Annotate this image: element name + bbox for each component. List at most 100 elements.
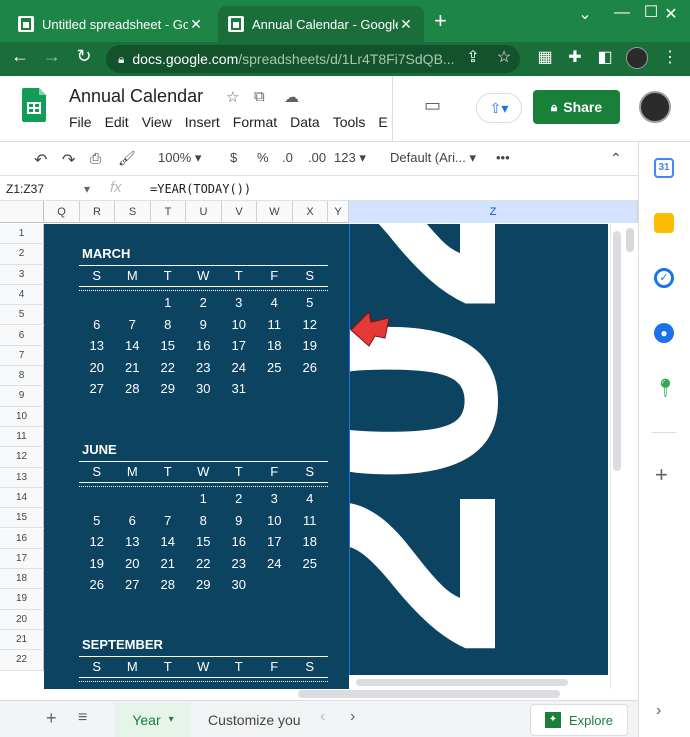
calendar-day[interactable]: 15 bbox=[186, 534, 222, 549]
calendar-day[interactable]: 29 bbox=[186, 577, 222, 592]
calendar-day[interactable]: 27 bbox=[115, 577, 151, 592]
browser-tab-untitled[interactable]: Untitled spreadsheet - Goog ✕ bbox=[8, 6, 214, 42]
calendar-day[interactable]: 23 bbox=[186, 360, 222, 375]
extension-icon[interactable]: ▦ bbox=[533, 47, 557, 67]
calendar-day[interactable]: 9 bbox=[221, 513, 257, 528]
menu-tools[interactable]: Tools bbox=[333, 114, 366, 130]
calendar-day[interactable]: 2 bbox=[221, 491, 257, 506]
name-box[interactable]: Z1:Z37 ▾ bbox=[6, 182, 90, 196]
calendar-day[interactable]: 9 bbox=[186, 317, 222, 332]
reload-icon[interactable]: ↻ bbox=[72, 46, 96, 67]
row-header[interactable]: 7 bbox=[0, 345, 44, 367]
paint-format-icon[interactable]: 🖌︎ bbox=[118, 150, 136, 167]
row-header[interactable]: 1 bbox=[0, 224, 44, 245]
calendar-day[interactable]: 1 bbox=[186, 491, 222, 506]
row-header[interactable]: 5 bbox=[0, 305, 44, 326]
calendar-day[interactable]: 6 bbox=[115, 513, 151, 528]
column-header-selected[interactable]: Z bbox=[349, 201, 638, 223]
calendar-day[interactable]: 5 bbox=[79, 513, 115, 528]
calendar-day[interactable]: 8 bbox=[186, 513, 222, 528]
calendar-day[interactable]: 30 bbox=[221, 577, 257, 592]
row-header[interactable]: 14 bbox=[0, 487, 44, 509]
select-all-corner[interactable] bbox=[0, 201, 44, 223]
calendar-day[interactable]: 25 bbox=[257, 360, 293, 375]
year-cell[interactable]: 2022 bbox=[349, 224, 608, 689]
calendar-day[interactable]: 4 bbox=[257, 295, 293, 310]
menu-file[interactable]: File bbox=[69, 114, 92, 130]
all-sheets-icon[interactable]: ≡ bbox=[78, 709, 87, 727]
forward-arrow-icon[interactable]: → bbox=[40, 46, 64, 67]
chevron-down-icon[interactable]: ⌄ bbox=[570, 4, 600, 24]
calendar-day[interactable]: 15 bbox=[150, 338, 186, 353]
present-button[interactable]: ⇧▾ bbox=[476, 93, 522, 123]
calendar-day[interactable]: 29 bbox=[150, 381, 186, 396]
minimize-icon[interactable]: — bbox=[607, 4, 637, 22]
column-header[interactable]: W bbox=[257, 201, 293, 223]
cell-scrollbar-thumb[interactable] bbox=[613, 231, 621, 471]
row-header[interactable]: 21 bbox=[0, 630, 44, 651]
undo-icon[interactable]: ↶ bbox=[34, 150, 47, 170]
sheet-tab-customize[interactable]: Customize you bbox=[200, 702, 308, 737]
maps-icon[interactable]: 📍︎ bbox=[654, 378, 677, 398]
explore-button[interactable]: ✦ Explore bbox=[530, 704, 628, 736]
calendar-day[interactable]: 23 bbox=[221, 556, 257, 571]
comment-history-icon[interactable]: ▭ bbox=[424, 95, 441, 116]
scroll-left-icon[interactable]: ‹ bbox=[320, 708, 325, 726]
zoom-select[interactable]: 100% ▾ bbox=[158, 150, 201, 166]
calendar-day[interactable]: 5 bbox=[292, 295, 328, 310]
calendar-day[interactable]: 17 bbox=[257, 534, 293, 549]
row-header[interactable]: 9 bbox=[0, 386, 44, 407]
share-page-icon[interactable]: ⇪ bbox=[461, 47, 485, 67]
url-input[interactable]: 🔒︎ docs.google.com/spreadsheets/d/1Lr4T8… bbox=[106, 45, 520, 73]
calendar-day[interactable]: 3 bbox=[257, 491, 293, 506]
calendar-day[interactable]: 24 bbox=[257, 556, 293, 571]
calendar-day[interactable]: 25 bbox=[292, 556, 328, 571]
sidebar-icon[interactable]: ◧ bbox=[593, 47, 617, 67]
more-tools-icon[interactable]: ••• bbox=[496, 150, 510, 165]
calendar-day[interactable]: 13 bbox=[115, 534, 151, 549]
calendar-day[interactable]: 17 bbox=[221, 338, 257, 353]
share-button[interactable]: 🔒︎ Share bbox=[533, 90, 620, 124]
keep-icon[interactable] bbox=[654, 213, 674, 233]
calendar-day[interactable]: 8 bbox=[150, 317, 186, 332]
calendar-day[interactable]: 3 bbox=[221, 295, 257, 310]
column-header[interactable]: T bbox=[151, 201, 186, 223]
row-header[interactable]: 16 bbox=[0, 528, 44, 549]
tasks-icon[interactable]: ✓ bbox=[654, 268, 674, 288]
row-header[interactable]: 22 bbox=[0, 650, 44, 671]
row-header[interactable]: 12 bbox=[0, 447, 44, 468]
row-header[interactable]: 17 bbox=[0, 548, 44, 570]
row-header[interactable]: 10 bbox=[0, 406, 44, 427]
calendar-day[interactable]: 26 bbox=[292, 360, 328, 375]
puzzle-icon[interactable]: ✚ bbox=[563, 47, 587, 67]
menu-extensions[interactable]: E bbox=[378, 114, 387, 130]
sheet-tab-year[interactable]: Year ▾ bbox=[115, 702, 191, 737]
calendar-day[interactable]: 12 bbox=[79, 534, 115, 549]
horizontal-scrollbar-thumb[interactable] bbox=[356, 679, 568, 686]
star-icon[interactable]: ☆ bbox=[226, 88, 239, 106]
row-header[interactable]: 20 bbox=[0, 609, 44, 630]
more-formats-select[interactable]: 123 ▾ bbox=[334, 150, 366, 166]
document-title[interactable]: Annual Calendar bbox=[69, 86, 203, 107]
calendar-day[interactable]: 4 bbox=[292, 491, 328, 506]
calendar-day[interactable]: 18 bbox=[292, 534, 328, 549]
row-header[interactable]: 11 bbox=[0, 427, 44, 448]
menu-edit[interactable]: Edit bbox=[105, 114, 129, 130]
calendar-day[interactable]: 7 bbox=[115, 317, 151, 332]
close-icon[interactable]: ✕ bbox=[188, 16, 204, 33]
row-header[interactable]: 2 bbox=[0, 244, 44, 265]
chevron-down-icon[interactable]: ▾ bbox=[84, 182, 90, 196]
row-header[interactable]: 8 bbox=[0, 366, 44, 387]
formula-input[interactable]: =YEAR(TODAY()) bbox=[150, 182, 251, 196]
menu-format[interactable]: Format bbox=[233, 114, 277, 130]
sheets-logo-icon[interactable] bbox=[22, 88, 46, 122]
calendar-day[interactable]: 12 bbox=[292, 317, 328, 332]
menu-view[interactable]: View bbox=[142, 114, 172, 130]
calendar-day[interactable]: 24 bbox=[221, 360, 257, 375]
calendar-day[interactable]: 2 bbox=[186, 295, 222, 310]
row-header[interactable]: 15 bbox=[0, 508, 44, 529]
calendar-day[interactable]: 30 bbox=[186, 381, 222, 396]
calendar-day[interactable]: 19 bbox=[292, 338, 328, 353]
column-header[interactable]: Y bbox=[328, 201, 349, 223]
calendar-day[interactable]: 27 bbox=[79, 381, 115, 396]
